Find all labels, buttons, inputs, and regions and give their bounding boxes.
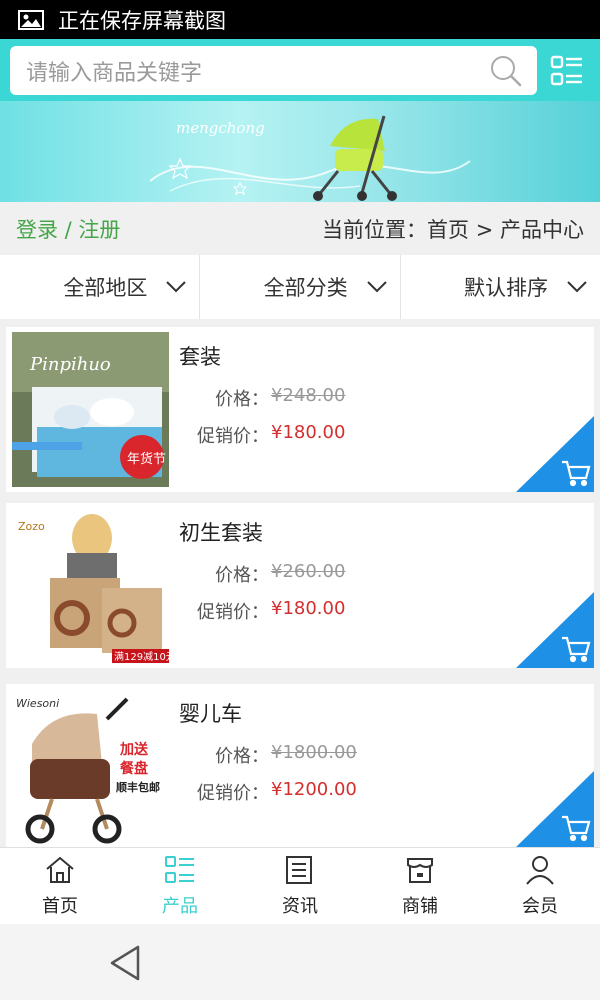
breadcrumb: 登录 / 注册 当前位置：首页 > 产品中心 — [0, 202, 600, 255]
promo-price: ¥180.00 — [271, 422, 346, 443]
search-icon[interactable] — [489, 54, 523, 88]
product-name: 套装 — [179, 345, 221, 369]
filter-category-label: 全部分类 — [263, 276, 348, 300]
banner[interactable]: mengchong — [0, 101, 600, 202]
tab-shops-label: 商铺 — [402, 896, 438, 917]
header: 请输入商品关键字 — [0, 39, 600, 101]
filter-region-label: 全部地区 — [63, 276, 148, 300]
filter-category[interactable]: 全部分类 — [200, 255, 401, 319]
promo-label: 促销价： — [197, 783, 269, 804]
original-price: ¥1800.00 — [271, 742, 357, 763]
bottom-tab-bar: 首页 产品 资讯 商铺 会员 — [0, 847, 600, 924]
svg-text:Zozo: Zozo — [18, 520, 45, 533]
grid-list-icon — [165, 856, 194, 883]
price-label: 价格： — [215, 565, 269, 586]
product-list: Pinpihuo 年货节 套装 价格： ¥248.00 促销价： ¥180.00 — [0, 319, 600, 847]
status-bar: 正在保存屏幕截图 — [0, 0, 600, 39]
filter-region[interactable]: 全部地区 — [0, 255, 201, 319]
search-bar[interactable]: 请输入商品关键字 — [10, 46, 537, 95]
back-icon[interactable] — [108, 944, 142, 982]
shop-icon — [407, 858, 433, 883]
svg-text:Wiesoni: Wiesoni — [16, 697, 59, 710]
banner-text: mengchong — [176, 119, 265, 137]
product-badge: 满129减10元 — [114, 651, 169, 663]
stroller-image — [313, 115, 397, 201]
chevron-down-icon — [166, 281, 187, 293]
tab-shops[interactable]: 商铺 — [360, 848, 480, 924]
product-image: Wiesoni 加送 餐盘 顺丰包邮 — [12, 689, 169, 844]
banner-illustration: mengchong — [149, 115, 471, 201]
product-badge-mid: 餐盘 — [119, 760, 148, 777]
add-to-cart-button[interactable] — [516, 592, 594, 668]
product-badge-sub: 顺丰包邮 — [116, 780, 160, 794]
product-badge: 年货节 — [127, 451, 166, 467]
product-card[interactable]: Wiesoni 加送 餐盘 顺丰包邮 婴儿车 价格： ¥1800.00 促销价：… — [6, 684, 594, 847]
tab-products[interactable]: 产品 — [120, 848, 240, 924]
product-badge-top: 加送 — [119, 741, 149, 758]
add-to-cart-button[interactable] — [516, 771, 594, 847]
status-text: 正在保存屏幕截图 — [58, 8, 226, 33]
chevron-down-icon — [567, 281, 587, 293]
product-image: Pinpihuo 年货节 — [12, 332, 169, 487]
tab-home-label: 首页 — [42, 896, 78, 917]
product-card[interactable]: Zozo 满129减10元 初生套装 价格： ¥260.00 促销价： ¥180… — [6, 503, 594, 668]
chevron-down-icon — [366, 281, 387, 293]
promo-price: ¥180.00 — [271, 598, 346, 619]
product-image: Zozo 满129减10元 — [12, 508, 169, 663]
product-card[interactable]: Pinpihuo 年货节 套装 价格： ¥248.00 促销价： ¥180.00 — [6, 327, 594, 492]
product-name: 初生套装 — [179, 521, 263, 545]
add-to-cart-button[interactable] — [516, 416, 594, 492]
tab-news[interactable]: 资讯 — [240, 848, 360, 924]
system-nav-bar — [0, 924, 600, 1000]
filter-sort-label: 默认排序 — [463, 276, 548, 300]
price-label: 价格： — [215, 746, 269, 767]
original-price: ¥248.00 — [271, 385, 346, 406]
news-icon — [286, 856, 312, 884]
original-price: ¥260.00 — [271, 561, 346, 582]
price-label: 价格： — [215, 389, 269, 410]
promo-label: 促销价： — [197, 602, 269, 623]
tab-news-label: 资讯 — [282, 896, 318, 917]
tab-products-label: 产品 — [162, 896, 198, 917]
filter-sort[interactable]: 默认排序 — [401, 255, 600, 319]
login-register-link[interactable]: 登录 / 注册 — [16, 214, 120, 244]
filter-bar: 全部地区 全部分类 默认排序 — [0, 255, 600, 319]
tab-home[interactable]: 首页 — [0, 848, 120, 924]
home-icon — [46, 856, 74, 883]
image-icon — [18, 9, 44, 30]
svg-text:Pinpihuo: Pinpihuo — [29, 354, 111, 375]
promo-price: ¥1200.00 — [271, 779, 357, 800]
list-menu-icon[interactable] — [550, 54, 584, 88]
promo-label: 促销价： — [197, 426, 269, 447]
current-location: 当前位置：首页 > 产品中心 — [322, 217, 584, 242]
search-input[interactable]: 请输入商品关键字 — [10, 55, 489, 87]
product-name: 婴儿车 — [179, 702, 242, 726]
tab-member-label: 会员 — [522, 896, 558, 917]
user-icon — [526, 856, 554, 885]
tab-member[interactable]: 会员 — [480, 848, 600, 924]
